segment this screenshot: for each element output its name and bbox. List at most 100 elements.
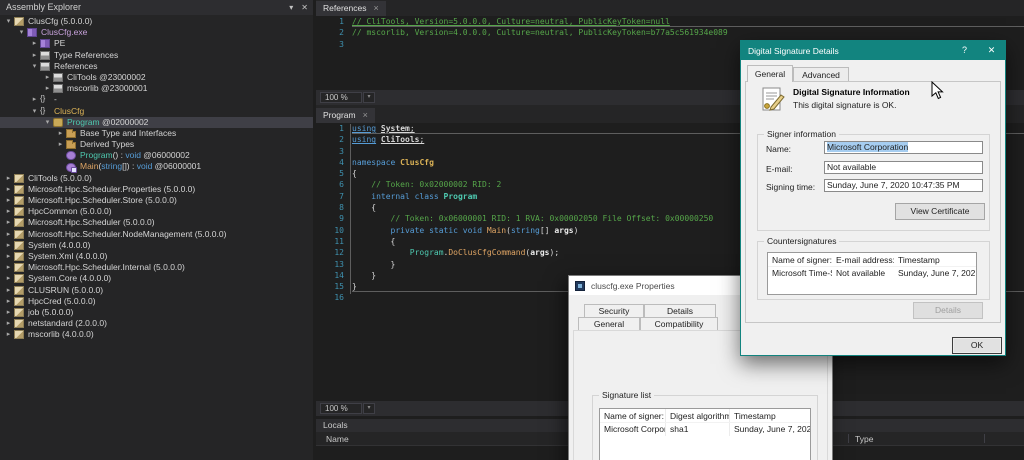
expander-open-icon[interactable]: ▾	[16, 27, 27, 38]
tab-references[interactable]: References ×	[316, 1, 386, 16]
tab-security[interactable]: Security	[584, 304, 644, 318]
expander-open-icon[interactable]: ▾	[42, 117, 53, 128]
zoom-level-select[interactable]: 100 %	[320, 403, 362, 414]
tree-item[interactable]: ▸netstandard (2.0.0.0)	[0, 318, 313, 329]
expander-closed-icon[interactable]: ▸	[3, 229, 14, 240]
tree-item[interactable]: Program() : void @06000002	[0, 150, 313, 161]
expander-closed-icon[interactable]: ▸	[29, 38, 40, 49]
tree-item[interactable]: ▸System.Core (4.0.0.0)	[0, 273, 313, 284]
tree-item[interactable]: ▸-	[0, 94, 313, 105]
column-header[interactable]: Timestamp	[894, 253, 976, 266]
expander-closed-icon[interactable]: ▸	[3, 251, 14, 262]
expander-closed-icon[interactable]: ▸	[3, 262, 14, 273]
tree-item[interactable]: ▸Base Type and Interfaces	[0, 128, 313, 139]
tree-item-label: References	[54, 61, 97, 72]
tree-item[interactable]: ▸job (5.0.0.0)	[0, 307, 313, 318]
expander-closed-icon[interactable]: ▸	[3, 240, 14, 251]
expander-open-icon[interactable]: ▾	[29, 61, 40, 72]
column-header-name[interactable]: Name	[326, 432, 349, 446]
column-header[interactable]: E-mail address:	[832, 253, 894, 266]
field-value[interactable]: Microsoft Corporation	[824, 141, 983, 154]
tree-item[interactable]: ▾ClusCfg (5.0.0.0)	[0, 16, 313, 27]
field-label: E-mail:	[766, 164, 792, 174]
tab-compatibility[interactable]: Compatibility	[640, 317, 718, 331]
tree-item[interactable]: ▸CliTools (5.0.0.0)	[0, 173, 313, 184]
column-header[interactable]: Timestamp	[730, 409, 810, 422]
window-menu-icon[interactable]: ▾	[289, 0, 293, 15]
close-tab-icon[interactable]: ×	[363, 108, 368, 123]
expander-closed-icon[interactable]: ▸	[3, 296, 14, 307]
tree-item-label: Microsoft.Hpc.Scheduler.Properties (5.0.…	[28, 184, 195, 195]
expander-closed-icon[interactable]: ▸	[29, 94, 40, 105]
tree-item[interactable]: Main(string[]) : void @06000001	[0, 161, 313, 172]
expander-closed-icon[interactable]: ▸	[3, 184, 14, 195]
signature-dialog-titlebar[interactable]: Digital Signature Details ? ✕	[741, 41, 1005, 60]
code-token: }	[352, 260, 395, 269]
tab-general[interactable]: General	[747, 65, 793, 82]
view-certificate-button[interactable]: View Certificate	[895, 203, 985, 220]
expander-closed-icon[interactable]: ▸	[42, 72, 53, 83]
tree-item[interactable]: ▸mscorlib (4.0.0.0)	[0, 329, 313, 340]
zoom-dropdown-icon[interactable]: ▾	[363, 92, 375, 103]
tree-item[interactable]: ▾ClusCfg.exe	[0, 27, 313, 38]
tree-item[interactable]: ▸PE	[0, 38, 313, 49]
code-token: CliTools	[381, 135, 420, 144]
expander-closed-icon[interactable]: ▸	[55, 139, 66, 150]
tree-item[interactable]: ▸HpcCred (5.0.0.0)	[0, 296, 313, 307]
code-token: )	[574, 226, 579, 235]
tree-item[interactable]: ▾ClusCfg	[0, 106, 313, 117]
tree-item[interactable]: ▾Program @02000002	[0, 117, 313, 128]
zoom-dropdown-icon[interactable]: ▾	[363, 403, 375, 414]
field-value[interactable]: Not available	[824, 161, 983, 174]
column-header-type[interactable]: Type	[855, 432, 873, 446]
table-row[interactable]: Microsoft Time-S...Not availableSunday, …	[768, 267, 976, 280]
ok-button[interactable]: OK	[952, 337, 1002, 354]
expander-open-icon[interactable]: ▾	[29, 106, 40, 117]
expander-closed-icon[interactable]: ▸	[3, 318, 14, 329]
column-separator[interactable]	[984, 434, 985, 443]
expander-closed-icon[interactable]: ▸	[3, 273, 14, 284]
close-icon[interactable]: ✕	[978, 41, 1005, 60]
tree-item[interactable]: ▸HpcCommon (5.0.0.0)	[0, 206, 313, 217]
column-header[interactable]: Digest algorithm	[666, 409, 730, 422]
expander-closed-icon[interactable]: ▸	[3, 195, 14, 206]
tree-item[interactable]: ▸Microsoft.Hpc.Scheduler (5.0.0.0)	[0, 217, 313, 228]
help-icon[interactable]: ?	[951, 41, 978, 60]
tree-item[interactable]: ▾ References	[0, 61, 313, 72]
expander-closed-icon[interactable]: ▸	[55, 128, 66, 139]
table-row[interactable]: Microsoft Corpora...sha1Sunday, June 7, …	[600, 423, 810, 436]
tree-item[interactable]: ▸Microsoft.Hpc.Scheduler.Internal (5.0.0…	[0, 262, 313, 273]
tree-item[interactable]: ▸CLUSRUN (5.0.0.0)	[0, 285, 313, 296]
expander-closed-icon[interactable]: ▸	[3, 173, 14, 184]
column-separator[interactable]	[848, 434, 849, 443]
tab-details[interactable]: Details	[644, 304, 716, 318]
expander-closed-icon[interactable]: ▸	[42, 83, 53, 94]
tree-item[interactable]: ▸Microsoft.Hpc.Scheduler.NodeManagement …	[0, 229, 313, 240]
tree-item[interactable]: ▸Derived Types	[0, 139, 313, 150]
expander-closed-icon[interactable]: ▸	[3, 206, 14, 217]
close-tab-icon[interactable]: ×	[373, 1, 378, 16]
tab-advanced[interactable]: Advanced	[793, 67, 849, 82]
tree-item[interactable]: ▸System (4.0.0.0)	[0, 240, 313, 251]
field-value[interactable]: Sunday, June 7, 2020 10:47:35 PM	[824, 179, 983, 192]
close-panel-icon[interactable]: ✕	[301, 0, 308, 15]
expander-closed-icon[interactable]: ▸	[3, 217, 14, 228]
expander-closed-icon[interactable]: ▸	[3, 285, 14, 296]
tab-general[interactable]: General	[578, 317, 640, 331]
column-header[interactable]: Name of signer:	[600, 409, 666, 422]
signature-details-dialog: Digital Signature Details ? ✕ General Ad…	[740, 40, 1006, 356]
expander-closed-icon[interactable]: ▸	[3, 329, 14, 340]
tree-item[interactable]: ▸Type References	[0, 50, 313, 61]
zoom-level-select[interactable]: 100 %	[320, 92, 362, 103]
column-header[interactable]: Name of signer:	[768, 253, 832, 266]
expander-closed-icon[interactable]: ▸	[29, 50, 40, 61]
tree-item[interactable]: ▸mscorlib @23000001	[0, 83, 313, 94]
tree-item[interactable]: ▸Microsoft.Hpc.Scheduler.Store (5.0.0.0)	[0, 195, 313, 206]
tree-item[interactable]: ▸ Microsoft.Hpc.Scheduler.Properties (5.0…	[0, 184, 313, 195]
tab-label: References	[323, 1, 366, 16]
tree-item[interactable]: ▸CliTools @23000002	[0, 72, 313, 83]
expander-open-icon[interactable]: ▾	[3, 16, 14, 27]
tab-program[interactable]: Program ×	[316, 108, 375, 123]
tree-item[interactable]: ▸System.Xml (4.0.0.0)	[0, 251, 313, 262]
expander-closed-icon[interactable]: ▸	[3, 307, 14, 318]
